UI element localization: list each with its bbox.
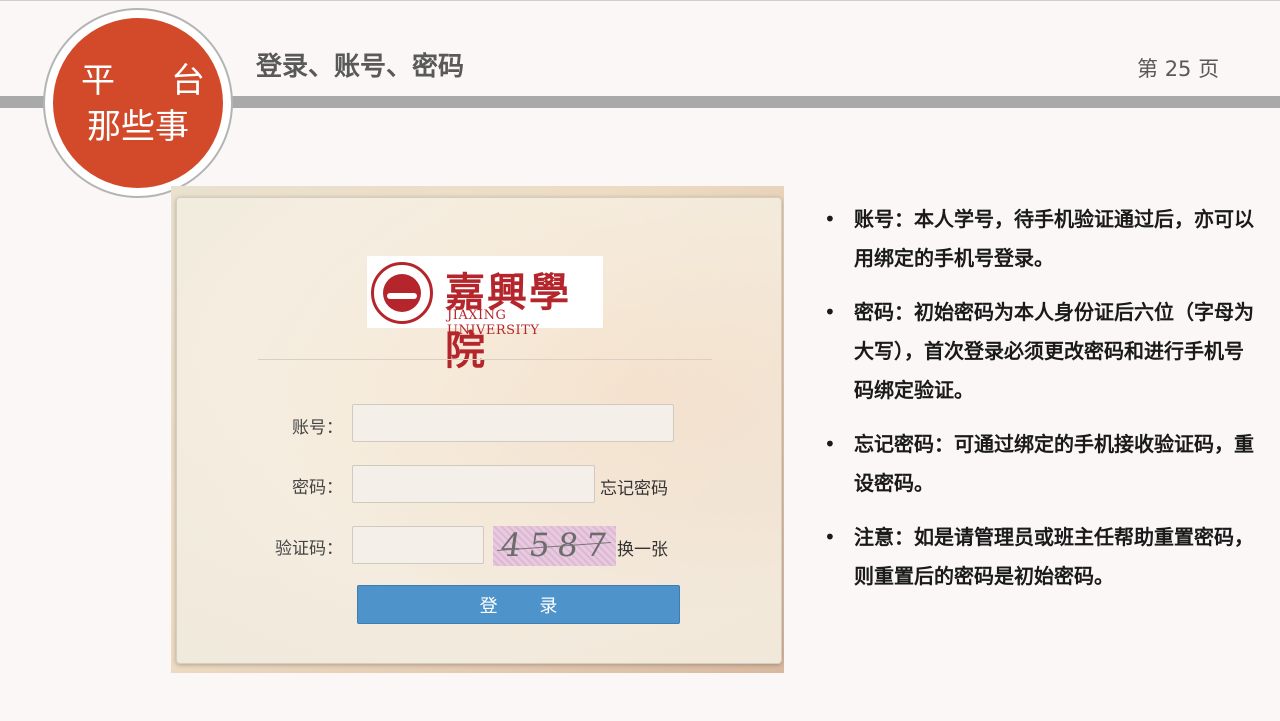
bullet-icon: • bbox=[824, 300, 836, 324]
logo-english-name: JIAXING UNIVERSITY bbox=[447, 308, 540, 338]
login-panel: 嘉興學院 JIAXING UNIVERSITY 账号： 密码： 忘记密码 验证码… bbox=[176, 197, 782, 664]
captcha-input[interactable] bbox=[352, 526, 484, 564]
page-prefix: 第 bbox=[1137, 57, 1158, 81]
note-attention: • 注意：如是请管理员或班主任帮助重置密码，则重置后的密码是初始密码。 bbox=[820, 518, 1260, 596]
page-suffix: 页 bbox=[1198, 57, 1220, 81]
badge-char-1: 平 bbox=[81, 61, 115, 101]
password-label: 密码： bbox=[292, 478, 343, 498]
note-forgot: • 忘记密码：可通过绑定的手机接收验证码，重设密码。 bbox=[820, 425, 1260, 503]
university-logo: 嘉興學院 JIAXING UNIVERSITY bbox=[367, 256, 603, 374]
login-button[interactable]: 登 录 bbox=[357, 585, 680, 624]
captcha-image[interactable]: 4587 bbox=[493, 526, 617, 566]
bullet-icon: • bbox=[824, 432, 836, 456]
note-text: 忘记密码：可通过绑定的手机接收验证码，重设密码。 bbox=[854, 432, 1254, 495]
note-text: 账号：本人学号，待手机验证通过后，亦可以用绑定的手机号登录。 bbox=[854, 207, 1254, 270]
bullet-icon: • bbox=[824, 207, 836, 231]
seal-wave bbox=[387, 293, 417, 299]
note-text: 注意：如是请管理员或班主任帮助重置密码，则重置后的密码是初始密码。 bbox=[854, 525, 1254, 588]
page-number: 第 25 页 bbox=[1137, 53, 1219, 83]
account-input[interactable] bbox=[352, 404, 674, 442]
note-password: • 密码：初始密码为本人身份证后六位（字母为大写），首次登录必须更改密码和进行手机… bbox=[820, 293, 1260, 410]
captcha-label: 验证码： bbox=[275, 539, 343, 559]
password-input[interactable] bbox=[352, 465, 595, 503]
top-border bbox=[0, 0, 1280, 1]
section-badge: 平 台 那些事 bbox=[53, 18, 223, 188]
bullet-icon: • bbox=[824, 525, 836, 549]
login-screenshot: 嘉興學院 JIAXING UNIVERSITY 账号： 密码： 忘记密码 验证码… bbox=[171, 186, 784, 673]
notes-list: • 账号：本人学号，待手机验证通过后，亦可以用绑定的手机号登录。 • 密码：初始密码… bbox=[820, 200, 1260, 611]
divider bbox=[258, 359, 712, 360]
badge-line-2: 那些事 bbox=[87, 107, 189, 147]
refresh-captcha-link[interactable]: 换一张 bbox=[617, 535, 668, 560]
account-label: 账号： bbox=[292, 418, 343, 438]
forgot-password-link[interactable]: 忘记密码 bbox=[600, 474, 668, 499]
university-seal-icon bbox=[371, 262, 433, 324]
slide-title: 登录、账号、密码 bbox=[256, 52, 465, 82]
page-number-value: 25 bbox=[1164, 57, 1192, 81]
badge-char-2: 台 bbox=[171, 61, 205, 101]
note-account: • 账号：本人学号，待手机验证通过后，亦可以用绑定的手机号登录。 bbox=[820, 200, 1260, 278]
note-text: 密码：初始密码为本人身份证后六位（字母为大写），首次登录必须更改密码和进行手机号… bbox=[854, 300, 1254, 402]
